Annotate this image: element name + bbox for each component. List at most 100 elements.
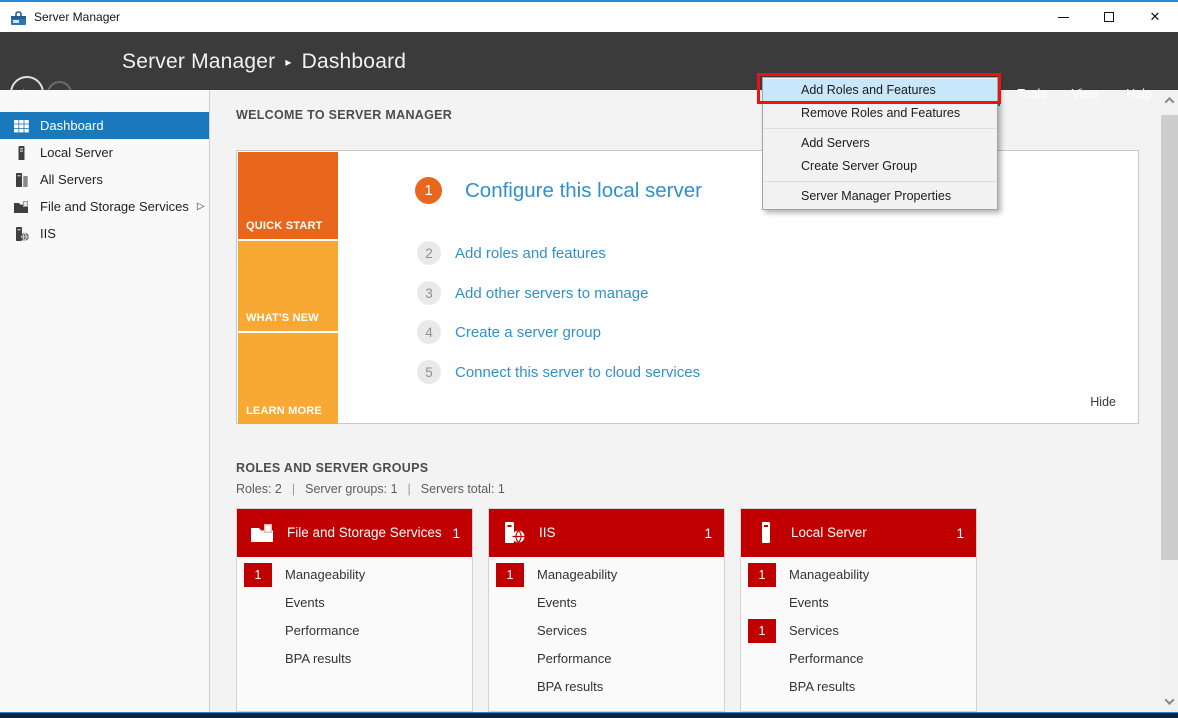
step-link[interactable]: Configure this local server [465, 179, 702, 203]
card-row-label[interactable]: Performance [537, 645, 611, 673]
card-row-label[interactable]: BPA results [285, 645, 351, 673]
card-row-label[interactable]: BPA results [537, 673, 603, 701]
welcome-tiles: QUICK START WHAT'S NEW LEARN MORE [238, 152, 338, 424]
tile-label: LEARN MORE [246, 405, 322, 417]
role-card-file-and-storage-services: File and Storage Services 1 1 Manageabil… [236, 508, 473, 712]
breadcrumb: Server Manager ▸ Dashboard [122, 32, 406, 90]
card-row-label[interactable]: Performance [285, 617, 359, 645]
card-row-bpa-results[interactable]: BPA results [741, 673, 976, 701]
card-row-manageability[interactable]: 1 Manageability [741, 561, 976, 589]
navbar: ← → ▾ Server Manager▸Dashboard ▾ ⟳ Manag… [0, 32, 1178, 90]
role-card-body: 1 Manageability Events Services Performa… [489, 557, 724, 701]
sidebar-item-local-server[interactable]: Local Server [0, 139, 209, 166]
step-connect-cloud-services[interactable]: 5 Connect this server to cloud services [417, 360, 700, 384]
step-number-badge: 3 [417, 281, 441, 305]
alert-count-badge[interactable]: 1 [748, 563, 776, 587]
folder-icon [13, 199, 30, 215]
card-row-performance[interactable]: Performance [489, 645, 724, 673]
alert-count-badge[interactable]: 1 [244, 563, 272, 587]
card-row-manageability[interactable]: 1 Manageability [489, 561, 724, 589]
scrollbar-thumb[interactable] [1161, 115, 1178, 560]
card-row-label[interactable]: Events [537, 589, 577, 617]
hide-link[interactable]: Hide [1090, 395, 1116, 409]
card-row-label[interactable]: Manageability [789, 561, 869, 589]
card-row-label[interactable]: Manageability [537, 561, 617, 589]
expand-arrow-icon[interactable]: ▷ [197, 201, 205, 212]
card-row-label[interactable]: Services [537, 617, 587, 645]
card-row-label[interactable]: Events [789, 589, 829, 617]
step-number-badge: 5 [417, 360, 441, 384]
role-card-header[interactable]: IIS 1 [489, 509, 724, 557]
welcome-section-title: WELCOME TO SERVER MANAGER [236, 108, 452, 122]
alert-count-badge[interactable]: 1 [496, 563, 524, 587]
vertical-scrollbar[interactable] [1161, 90, 1178, 712]
maximize-button[interactable] [1086, 2, 1132, 32]
menu-item-add-roles-and-features[interactable]: Add Roles and Features [763, 79, 997, 102]
menu-tools[interactable]: Tools [1012, 83, 1052, 106]
alert-count-badge[interactable]: 1 [748, 619, 776, 643]
menu-separator [764, 128, 996, 129]
sidebar-item-dashboard[interactable]: Dashboard [0, 112, 209, 139]
menu-view[interactable]: View [1066, 83, 1104, 106]
card-row-events[interactable]: Events [237, 589, 472, 617]
card-row-services[interactable]: Services [489, 617, 724, 645]
sidebar-item-all-servers[interactable]: All Servers [0, 166, 209, 193]
role-card-title[interactable]: IIS [539, 525, 704, 541]
step-link[interactable]: Create a server group [455, 324, 601, 341]
step-configure-local-server[interactable]: 1 Configure this local server [415, 177, 702, 204]
role-card-header[interactable]: Local Server 1 [741, 509, 976, 557]
roles-section-title: ROLES AND SERVER GROUPS [236, 461, 428, 475]
card-row-events[interactable]: Events [489, 589, 724, 617]
all-servers-icon [13, 172, 30, 188]
step-link[interactable]: Add roles and features [455, 245, 606, 262]
close-button[interactable]: ✕ [1132, 2, 1178, 32]
stat-servers-total: Servers total: 1 [421, 482, 505, 496]
server-manager-app-icon [10, 10, 27, 26]
card-row-label[interactable]: Performance [789, 645, 863, 673]
titlebar: Server Manager ✕ [0, 0, 1178, 32]
menu-item-create-server-group[interactable]: Create Server Group [763, 155, 997, 178]
tile-whats-new[interactable]: WHAT'S NEW [238, 241, 338, 331]
step-add-roles-and-features[interactable]: 2 Add roles and features [417, 241, 606, 265]
breadcrumb-current[interactable]: Dashboard [302, 50, 407, 73]
role-card-local-server: Local Server 1 1 Manageability Events 1 … [740, 508, 977, 712]
card-row-label[interactable]: BPA results [789, 673, 855, 701]
role-card-count: 1 [704, 526, 712, 541]
breadcrumb-separator-icon: ▸ [285, 55, 291, 69]
breadcrumb-root[interactable]: Server Manager [122, 50, 275, 73]
card-row-label[interactable]: Services [789, 617, 839, 645]
card-row-bpa-results[interactable]: BPA results [237, 645, 472, 673]
scrollbar-up-button[interactable] [1161, 92, 1178, 109]
tile-quick-start[interactable]: QUICK START [238, 152, 338, 239]
role-card-title[interactable]: Local Server [791, 525, 956, 541]
card-row-label[interactable]: Events [285, 589, 325, 617]
card-row-performance[interactable]: Performance [237, 617, 472, 645]
minimize-button[interactable] [1040, 2, 1086, 32]
card-row-bpa-results[interactable]: BPA results [489, 673, 724, 701]
iis-server-globe-icon [501, 520, 527, 546]
card-row-performance[interactable]: Performance [741, 645, 976, 673]
role-card-title[interactable]: File and Storage Services [287, 525, 452, 541]
step-create-server-group[interactable]: 4 Create a server group [417, 320, 601, 344]
card-row-events[interactable]: Events [741, 589, 976, 617]
menu-item-server-manager-properties[interactable]: Server Manager Properties [763, 185, 997, 208]
menu-item-add-servers[interactable]: Add Servers [763, 132, 997, 155]
scrollbar-down-button[interactable] [1161, 693, 1178, 710]
menu-item-remove-roles-and-features[interactable]: Remove Roles and Features [763, 102, 997, 125]
role-card-count: 1 [452, 526, 460, 541]
step-link[interactable]: Connect this server to cloud services [455, 364, 700, 381]
iis-server-globe-icon [13, 226, 30, 242]
step-add-other-servers[interactable]: 3 Add other servers to manage [417, 281, 648, 305]
tile-learn-more[interactable]: LEARN MORE [238, 333, 338, 424]
menu-help[interactable]: Help [1120, 83, 1158, 106]
card-row-label[interactable]: Manageability [285, 561, 365, 589]
card-row-manageability[interactable]: 1 Manageability [237, 561, 472, 589]
step-link[interactable]: Add other servers to manage [455, 285, 648, 302]
stat-server-groups: Server groups: 1 [305, 482, 397, 496]
sidebar-item-iis[interactable]: IIS [0, 220, 209, 247]
sidebar-item-file-and-storage-services[interactable]: File and Storage Services ▷ [0, 193, 209, 220]
card-row-services[interactable]: 1 Services [741, 617, 976, 645]
folder-icon [249, 520, 275, 546]
manage-dropdown-menu: Add Roles and Features Remove Roles and … [762, 77, 998, 210]
role-card-header[interactable]: File and Storage Services 1 [237, 509, 472, 557]
